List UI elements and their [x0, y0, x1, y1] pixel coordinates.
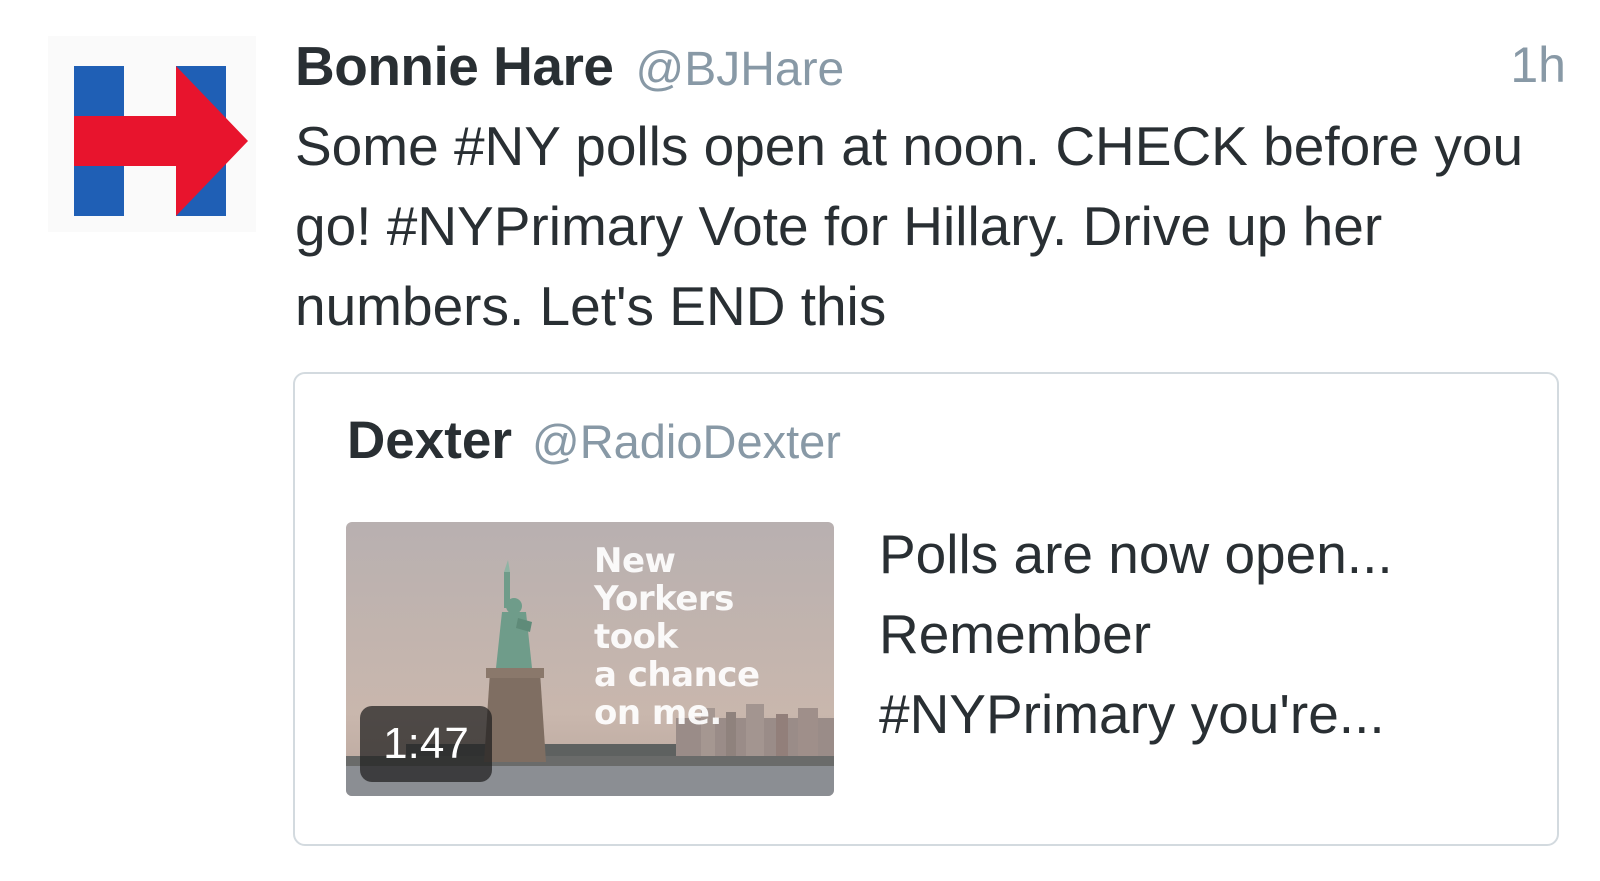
tweet[interactable]: Bonnie Hare @BJHare 1h Some #NY polls op…: [0, 0, 1600, 881]
caption-line: took: [594, 617, 678, 657]
quoted-tweet-header: Dexter @RadioDexter: [347, 410, 841, 471]
caption-line: a chance: [594, 655, 760, 695]
author-handle[interactable]: @BJHare: [635, 42, 844, 97]
caption-line: New: [594, 541, 676, 581]
quoted-text-line: #NYPrimary you're...: [879, 683, 1385, 745]
caption-line: on me.: [594, 693, 722, 733]
avatar[interactable]: [48, 36, 256, 232]
tweet-header: Bonnie Hare @BJHare: [295, 34, 844, 98]
quoted-author-name: Dexter: [347, 411, 512, 470]
video-thumbnail[interactable]: New Yorkers took a chance on me. 1:47: [346, 522, 834, 796]
quoted-author-handle: @RadioDexter: [531, 415, 841, 468]
tweet-text: Some #NY polls open at noon. CHECK befor…: [295, 115, 1524, 337]
quoted-text-line: Polls are now open...: [879, 523, 1393, 585]
quoted-tweet-card[interactable]: Dexter @RadioDexter New Yorkers took a c…: [293, 372, 1559, 846]
quoted-tweet-text: Polls are now open... Remember #NYPrimar…: [879, 514, 1519, 754]
hillary-h-logo-icon: [74, 66, 248, 216]
quoted-text-line: Remember: [879, 603, 1152, 665]
caption-line: Yorkers: [594, 579, 734, 619]
video-duration-badge: 1:47: [360, 706, 492, 782]
author-name[interactable]: Bonnie Hare: [295, 34, 614, 98]
video-caption: New Yorkers took a chance on me.: [594, 542, 760, 732]
tweet-timestamp[interactable]: 1h: [1510, 36, 1566, 94]
